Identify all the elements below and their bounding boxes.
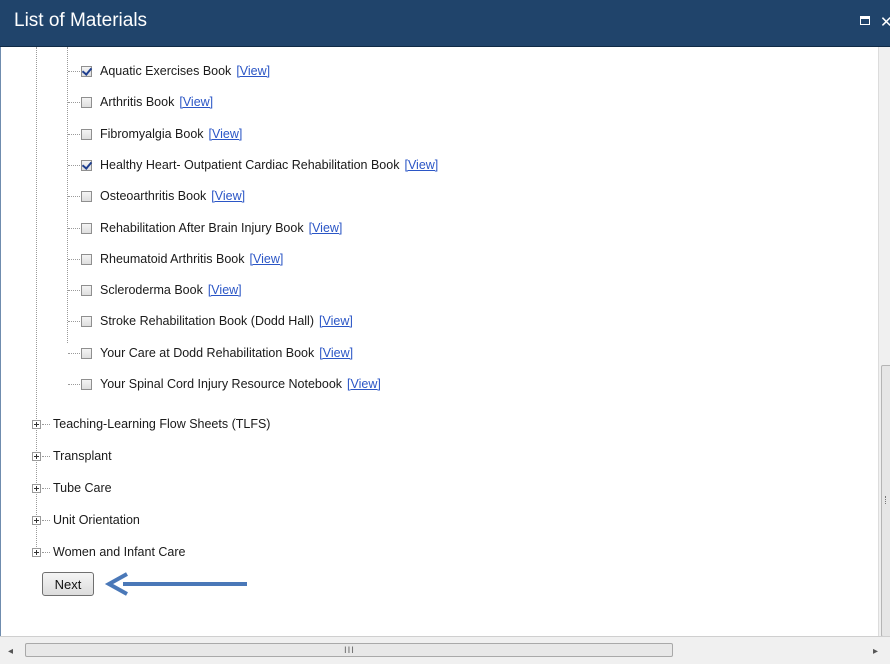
category-item[interactable]: Unit Orientation — [53, 513, 140, 527]
category-item[interactable]: Tube Care — [53, 481, 112, 495]
list-of-materials-dialog: List of Materials ✕ Aquatic Exercises Bo… — [0, 0, 890, 664]
view-link[interactable]: [View] — [250, 252, 284, 266]
scroll-right-icon[interactable]: ▸ — [873, 646, 878, 657]
book-item: Rheumatoid Arthritis Book [View] — [81, 249, 283, 269]
view-link[interactable]: [View] — [208, 283, 242, 297]
category-item[interactable]: Teaching-Learning Flow Sheets (TLFS) — [53, 417, 270, 431]
book-label: Arthritis Book — [100, 95, 175, 109]
book-item: Your Spinal Cord Injury Resource Noteboo… — [81, 374, 381, 394]
book-item: Your Care at Dodd Rehabilitation Book [Vi… — [81, 343, 353, 363]
category-item[interactable]: Women and Infant Care — [53, 545, 185, 559]
view-link[interactable]: [View] — [319, 314, 353, 328]
book-item: Fibromyalgia Book [View] — [81, 124, 242, 144]
book-label: Rheumatoid Arthritis Book — [100, 252, 245, 266]
book-item: Scleroderma Book [View] — [81, 280, 242, 300]
book-label: Osteoarthritis Book — [100, 189, 207, 203]
book-label: Your Care at Dodd Rehabilitation Book — [100, 346, 315, 360]
book-checkbox[interactable] — [81, 315, 92, 327]
book-item: Healthy Heart- Outpatient Cardiac Rehabi… — [81, 155, 438, 175]
book-checkbox[interactable] — [81, 96, 92, 108]
horizontal-scroll-thumb[interactable]: III — [25, 643, 673, 657]
book-checkbox[interactable] — [81, 159, 92, 171]
expand-icon[interactable] — [32, 516, 41, 525]
book-checkbox[interactable] — [81, 284, 92, 296]
close-icon[interactable]: ✕ — [880, 13, 890, 31]
view-link[interactable]: [View] — [347, 377, 381, 391]
view-link[interactable]: [View] — [404, 158, 438, 172]
book-checkbox[interactable] — [81, 253, 92, 265]
expand-icon[interactable] — [32, 452, 41, 461]
view-link[interactable]: [View] — [179, 95, 213, 109]
book-item: Aquatic Exercises Book [View] — [81, 61, 270, 81]
dialog-title: List of Materials — [14, 10, 148, 31]
book-label: Stroke Rehabilitation Book (Dodd Hall) — [100, 314, 314, 328]
book-label: Fibromyalgia Book — [100, 127, 204, 141]
expand-icon[interactable] — [32, 548, 41, 557]
book-item: Arthritis Book [View] — [81, 92, 213, 112]
book-checkbox[interactable] — [81, 190, 92, 202]
book-label: Healthy Heart- Outpatient Cardiac Rehabi… — [100, 158, 400, 172]
book-label: Scleroderma Book — [100, 283, 203, 297]
materials-tree-panel: Aquatic Exercises Book [View] Arthritis Bo… — [0, 47, 879, 636]
book-item: Rehabilitation After Brain Injury Book [V… — [81, 218, 342, 238]
expand-icon[interactable] — [32, 420, 41, 429]
vertical-scroll-thumb[interactable] — [881, 365, 890, 637]
book-label: Your Spinal Cord Injury Resource Noteboo… — [100, 377, 343, 391]
book-checkbox[interactable] — [81, 347, 92, 359]
book-item: Osteoarthritis Book [View] — [81, 186, 245, 206]
book-checkbox[interactable] — [81, 128, 92, 140]
view-link[interactable]: [View] — [236, 64, 270, 78]
horizontal-scrollbar[interactable]: ◂ III ▸ — [0, 636, 890, 664]
book-label: Aquatic Exercises Book — [100, 64, 232, 78]
book-checkbox[interactable] — [81, 378, 92, 390]
vertical-scrollbar[interactable] — [878, 47, 890, 637]
maximize-icon[interactable] — [860, 16, 870, 25]
view-link[interactable]: [View] — [211, 189, 245, 203]
view-link[interactable]: [View] — [319, 346, 353, 360]
book-checkbox[interactable] — [81, 65, 92, 77]
annotation-arrow-icon — [104, 572, 247, 596]
book-checkbox[interactable] — [81, 222, 92, 234]
view-link[interactable]: [View] — [309, 221, 343, 235]
dialog-titlebar: List of Materials ✕ — [0, 0, 890, 47]
category-item[interactable]: Transplant — [53, 449, 112, 463]
book-item: Stroke Rehabilitation Book (Dodd Hall) [V… — [81, 311, 353, 331]
book-label: Rehabilitation After Brain Injury Book — [100, 221, 304, 235]
expand-icon[interactable] — [32, 484, 41, 493]
scroll-left-icon[interactable]: ◂ — [8, 646, 13, 657]
next-button[interactable]: Next — [42, 572, 94, 596]
view-link[interactable]: [View] — [209, 127, 243, 141]
